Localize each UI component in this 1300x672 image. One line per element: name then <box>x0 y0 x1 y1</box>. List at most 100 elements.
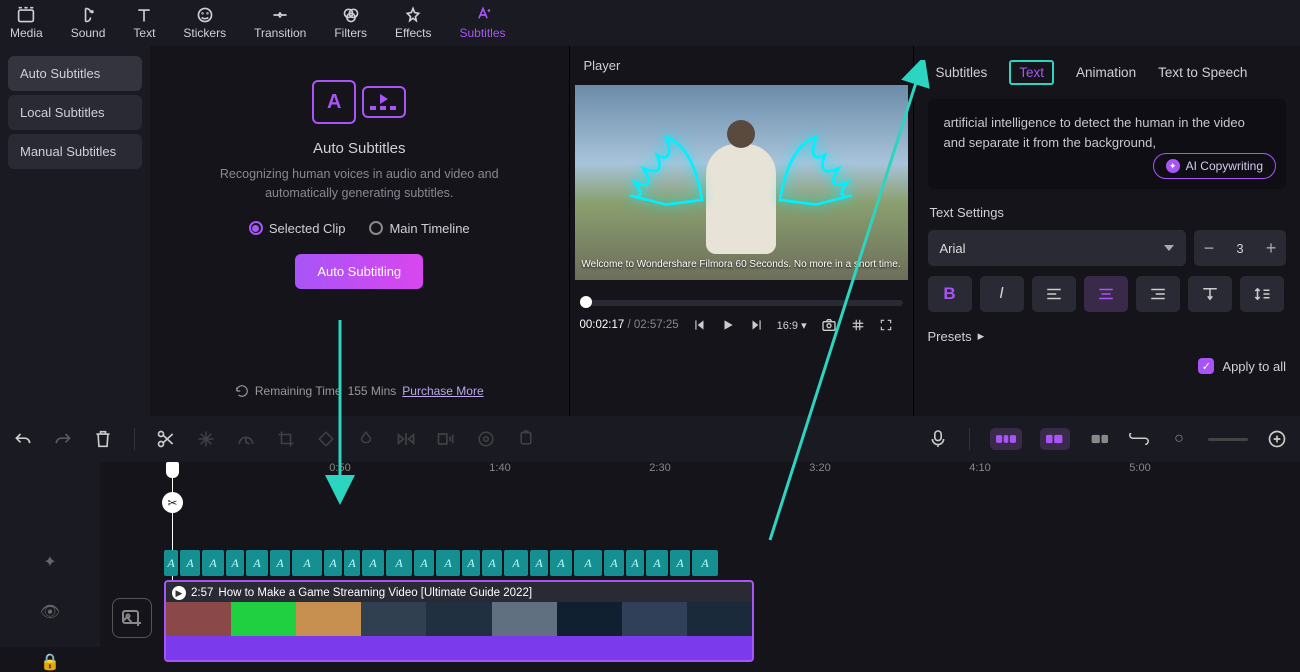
fx-icon[interactable]: ✦ <box>43 552 56 572</box>
lock-icon[interactable]: 🔒 <box>40 652 60 672</box>
increase-button[interactable]: + <box>1256 230 1286 266</box>
insp-tab-tts[interactable]: Text to Speech <box>1158 65 1247 80</box>
aspect-ratio[interactable]: 16:9 ▾ <box>777 319 807 332</box>
marker-icon[interactable] <box>515 428 537 450</box>
tab-filters[interactable]: Filters <box>334 6 367 46</box>
subtitle-segment[interactable]: A <box>226 550 244 576</box>
fullscreen-icon[interactable] <box>879 318 893 332</box>
playhead-split-icon[interactable]: ✂ <box>162 492 183 513</box>
subtitle-segment[interactable]: A <box>202 550 224 576</box>
clip-waveform <box>166 636 752 660</box>
redo-icon[interactable] <box>52 428 74 450</box>
mode-manual-subtitles[interactable]: Manual Subtitles <box>8 134 142 169</box>
tab-effects[interactable]: Effects <box>395 6 431 46</box>
playhead-handle[interactable] <box>166 462 179 478</box>
zoom-slider[interactable] <box>1208 438 1248 441</box>
keyframe-icon[interactable] <box>315 428 337 450</box>
delete-icon[interactable] <box>92 428 114 450</box>
step-forward-icon[interactable] <box>749 318 763 332</box>
insp-tab-subtitles[interactable]: Subtitles <box>936 65 988 80</box>
subtitle-segment[interactable]: A <box>692 550 718 576</box>
step-back-icon[interactable] <box>693 318 707 332</box>
subtitle-segment[interactable]: A <box>246 550 268 576</box>
tab-text[interactable]: Text <box>133 6 155 46</box>
snapshot-icon[interactable] <box>821 318 837 332</box>
split-icon[interactable] <box>155 428 177 450</box>
video-clip[interactable]: ▶ 2:57 How to Make a Game Streaming Vide… <box>164 580 754 662</box>
decrease-button[interactable]: − <box>1194 230 1224 266</box>
mode-local-subtitles[interactable]: Local Subtitles <box>8 95 142 130</box>
add-track-icon[interactable] <box>1266 428 1288 450</box>
align-left-button[interactable] <box>1032 276 1076 312</box>
subtitle-segment[interactable]: A <box>344 550 360 576</box>
ripple-button[interactable] <box>990 428 1022 450</box>
subtitle-segment[interactable]: A <box>436 550 460 576</box>
color-icon[interactable] <box>355 428 377 450</box>
subtitle-segment[interactable]: A <box>574 550 602 576</box>
subtitle-segment[interactable]: A <box>462 550 480 576</box>
ai-copywriting-button[interactable]: ✦ AI Copywriting <box>1153 153 1276 179</box>
mic-icon[interactable] <box>927 428 949 450</box>
auto-subtitling-button[interactable]: Auto Subtitling <box>295 254 423 289</box>
purchase-more-link[interactable]: Purchase More <box>402 384 483 398</box>
subtitle-segment[interactable]: A <box>164 550 178 576</box>
radio-selected-clip[interactable]: Selected Clip <box>249 221 346 236</box>
tab-stickers[interactable]: Stickers <box>183 6 226 46</box>
crop-icon[interactable] <box>275 428 297 450</box>
magnet-right-button[interactable] <box>1088 428 1110 450</box>
line-spacing-button[interactable] <box>1240 276 1284 312</box>
subtitle-segment[interactable]: A <box>504 550 528 576</box>
freeze-frame-icon[interactable] <box>195 428 217 450</box>
align-right-button[interactable] <box>1136 276 1180 312</box>
mode-auto-subtitles[interactable]: Auto Subtitles <box>8 56 142 91</box>
play-icon[interactable] <box>721 318 735 332</box>
subtitle-segment[interactable]: A <box>482 550 502 576</box>
subtitle-segment[interactable]: A <box>386 550 412 576</box>
audio-detach-icon[interactable] <box>435 428 457 450</box>
subtitle-segment[interactable]: A <box>292 550 322 576</box>
tab-media[interactable]: Media <box>10 6 43 46</box>
insp-tab-animation[interactable]: Animation <box>1076 65 1136 80</box>
magnet-left-button[interactable] <box>1040 428 1070 450</box>
subtitle-segment[interactable]: A <box>646 550 668 576</box>
ruler-tick: 4:10 <box>969 462 990 474</box>
italic-button[interactable]: I <box>980 276 1024 312</box>
subtitle-segment[interactable]: A <box>362 550 384 576</box>
mirror-icon[interactable] <box>395 428 417 450</box>
subtitle-track[interactable]: AAAAAAAAAAAAAAAAAAAAAAAA <box>164 550 718 576</box>
subtitle-segment[interactable]: A <box>324 550 342 576</box>
align-center-button[interactable] <box>1084 276 1128 312</box>
subtitle-segment[interactable]: A <box>414 550 434 576</box>
font-select[interactable]: Arial <box>928 230 1187 266</box>
subtitle-segment[interactable]: A <box>604 550 624 576</box>
subtitle-segment[interactable]: A <box>670 550 690 576</box>
radio-main-timeline[interactable]: Main Timeline <box>369 221 469 236</box>
player-scrubber[interactable] <box>580 300 903 306</box>
apply-all-label: Apply to all <box>1222 359 1286 374</box>
vertical-align-button[interactable] <box>1188 276 1232 312</box>
bold-button[interactable]: B <box>928 276 972 312</box>
time-ruler[interactable]: 0:50 1:40 2:30 3:20 4:10 5:00 <box>100 462 1300 490</box>
grid-icon[interactable] <box>851 318 865 332</box>
visibility-icon[interactable]: 👁 <box>40 602 60 622</box>
player-time: 00:02:17 / 02:57:25 <box>580 319 679 331</box>
subtitle-segment[interactable]: A <box>270 550 290 576</box>
subtitle-segment[interactable]: A <box>626 550 644 576</box>
add-media-button[interactable] <box>112 598 152 638</box>
tab-transition[interactable]: Transition <box>254 6 306 46</box>
checkbox-checked-icon[interactable]: ✓ <box>1198 358 1214 374</box>
video-preview[interactable]: Welcome to Wondershare Filmora 60 Second… <box>575 85 908 280</box>
subtitle-segment[interactable]: A <box>550 550 572 576</box>
subtitle-segment[interactable]: A <box>530 550 548 576</box>
zoom-out-slider[interactable]: ○ <box>1168 428 1190 450</box>
tab-sound[interactable]: Sound <box>71 6 106 46</box>
undo-icon[interactable] <box>12 428 34 450</box>
presets-row[interactable]: Presets ▸ <box>928 328 1287 344</box>
speed-icon[interactable] <box>235 428 257 450</box>
motion-track-icon[interactable] <box>475 428 497 450</box>
link-icon[interactable] <box>1128 428 1150 450</box>
subtitle-text-area[interactable]: artificial intelligence to detect the hu… <box>928 99 1287 189</box>
subtitle-segment[interactable]: A <box>180 550 200 576</box>
insp-tab-text[interactable]: Text <box>1009 60 1054 85</box>
tab-subtitles[interactable]: Subtitles <box>459 6 505 46</box>
